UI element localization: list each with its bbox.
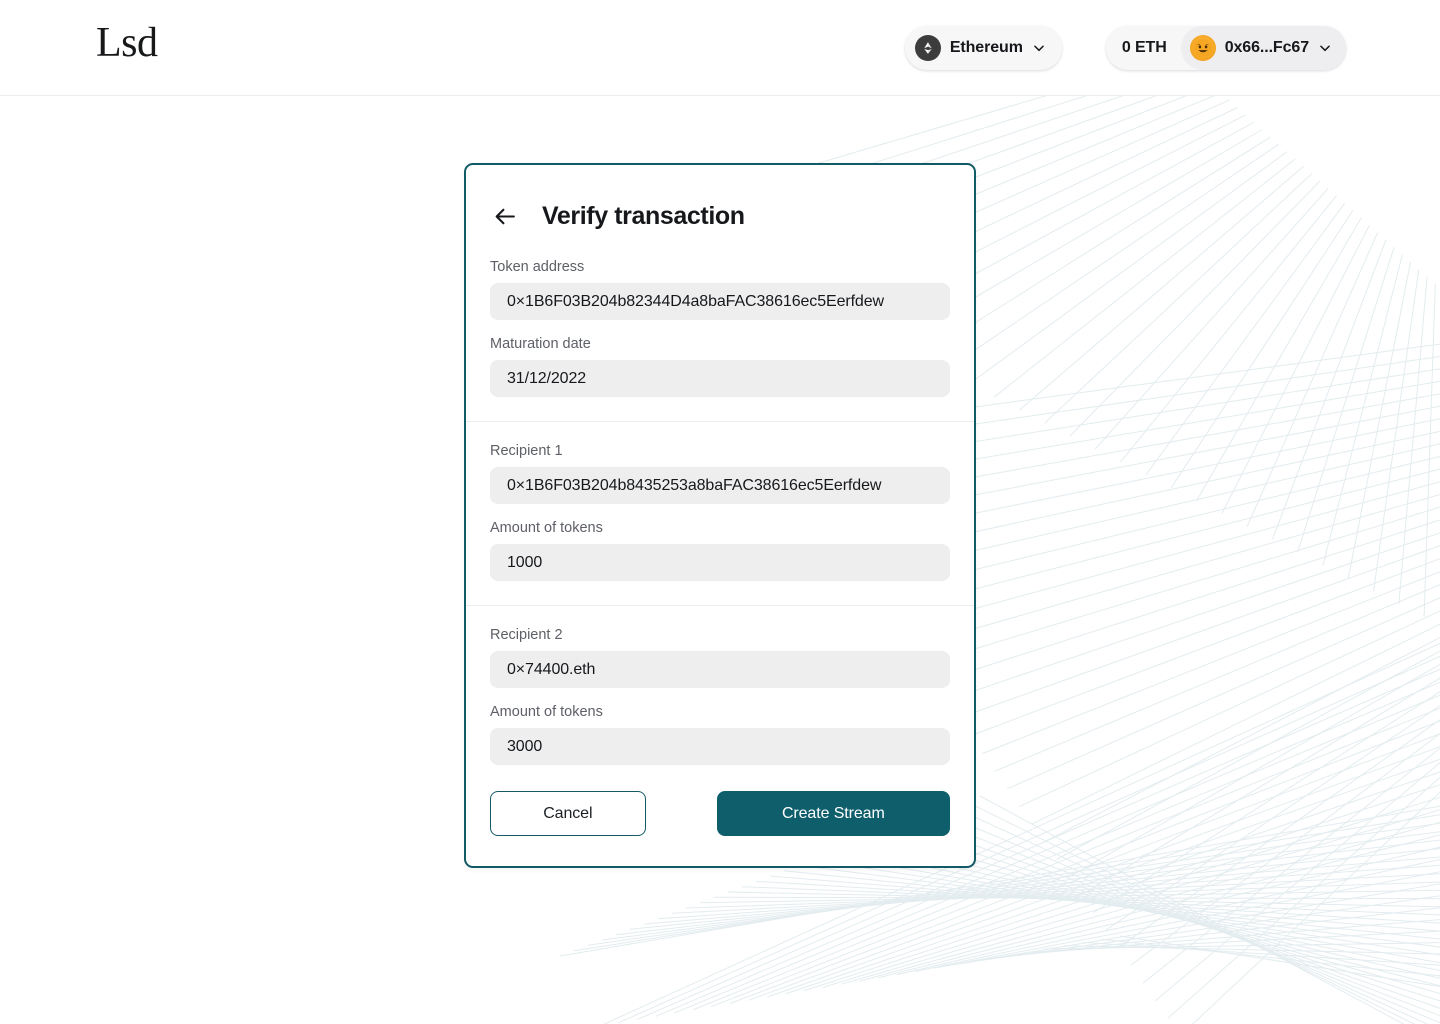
arrow-left-icon[interactable]: [490, 201, 520, 231]
field-recipient-2-address: Recipient 2 0×74400.eth: [490, 627, 950, 688]
field-label: Amount of tokens: [490, 520, 603, 536]
app-header: Lsd Ethereum 0 ETH 0x66...Fc67: [0, 0, 1440, 96]
field-token-address: Token address 0×1B6F03B204b82344D4a8baFA…: [490, 259, 950, 320]
field-label: Recipient 2: [490, 627, 563, 643]
chevron-down-icon: [1032, 41, 1046, 55]
recipient-2-address-value[interactable]: 0×74400.eth: [490, 651, 950, 688]
field-recipient-1-address: Recipient 1 0×1B6F03B204b8435253a8baFAC3…: [490, 443, 950, 504]
page-title: Verify transaction: [542, 201, 745, 230]
wallet-button[interactable]: 0 ETH 0x66...Fc67: [1105, 26, 1346, 70]
verify-transaction-card: Verify transaction Token address 0×1B6F0…: [464, 163, 976, 868]
wallet-account[interactable]: 0x66...Fc67: [1180, 26, 1346, 70]
account-avatar: [1189, 35, 1216, 61]
card-actions: Cancel Create Stream: [466, 791, 974, 866]
cancel-button[interactable]: Cancel: [490, 791, 646, 836]
recipient-2-section: Recipient 2 0×74400.eth Amount of tokens…: [466, 606, 974, 791]
field-label: Recipient 1: [490, 443, 563, 459]
field-recipient-2-amount: Amount of tokens 3000: [490, 704, 950, 765]
field-maturation-date: Maturation date 31/12/2022: [490, 336, 950, 397]
field-label: Maturation date: [490, 336, 591, 352]
wallet-balance-label: 0 ETH: [1121, 39, 1167, 56]
token-section: Token address 0×1B6F03B204b82344D4a8baFA…: [466, 241, 974, 421]
header-actions: Ethereum 0 ETH 0x66...Fc67: [904, 26, 1346, 70]
field-label: Token address: [490, 259, 585, 275]
app-logo: Lsd: [96, 20, 158, 66]
ethereum-icon: [914, 35, 941, 61]
wallet-address-label: 0x66...Fc67: [1224, 39, 1309, 56]
token-address-value[interactable]: 0×1B6F03B204b82344D4a8baFAC38616ec5Eerfd…: [490, 283, 950, 320]
chain-selector[interactable]: Ethereum: [904, 26, 1062, 70]
chevron-down-icon: [1318, 41, 1332, 55]
maturation-date-value[interactable]: 31/12/2022: [490, 360, 950, 397]
field-label: Amount of tokens: [490, 704, 603, 720]
recipient-1-address-value[interactable]: 0×1B6F03B204b8435253a8baFAC38616ec5Eerfd…: [490, 467, 950, 504]
card-header: Verify transaction: [466, 165, 974, 241]
recipient-1-amount-value[interactable]: 1000: [490, 544, 950, 581]
create-stream-button[interactable]: Create Stream: [716, 791, 950, 836]
recipient-1-section: Recipient 1 0×1B6F03B204b8435253a8baFAC3…: [466, 422, 974, 605]
field-recipient-1-amount: Amount of tokens 1000: [490, 520, 950, 581]
recipient-2-amount-value[interactable]: 3000: [490, 728, 950, 765]
chain-name-label: Ethereum: [949, 39, 1023, 56]
